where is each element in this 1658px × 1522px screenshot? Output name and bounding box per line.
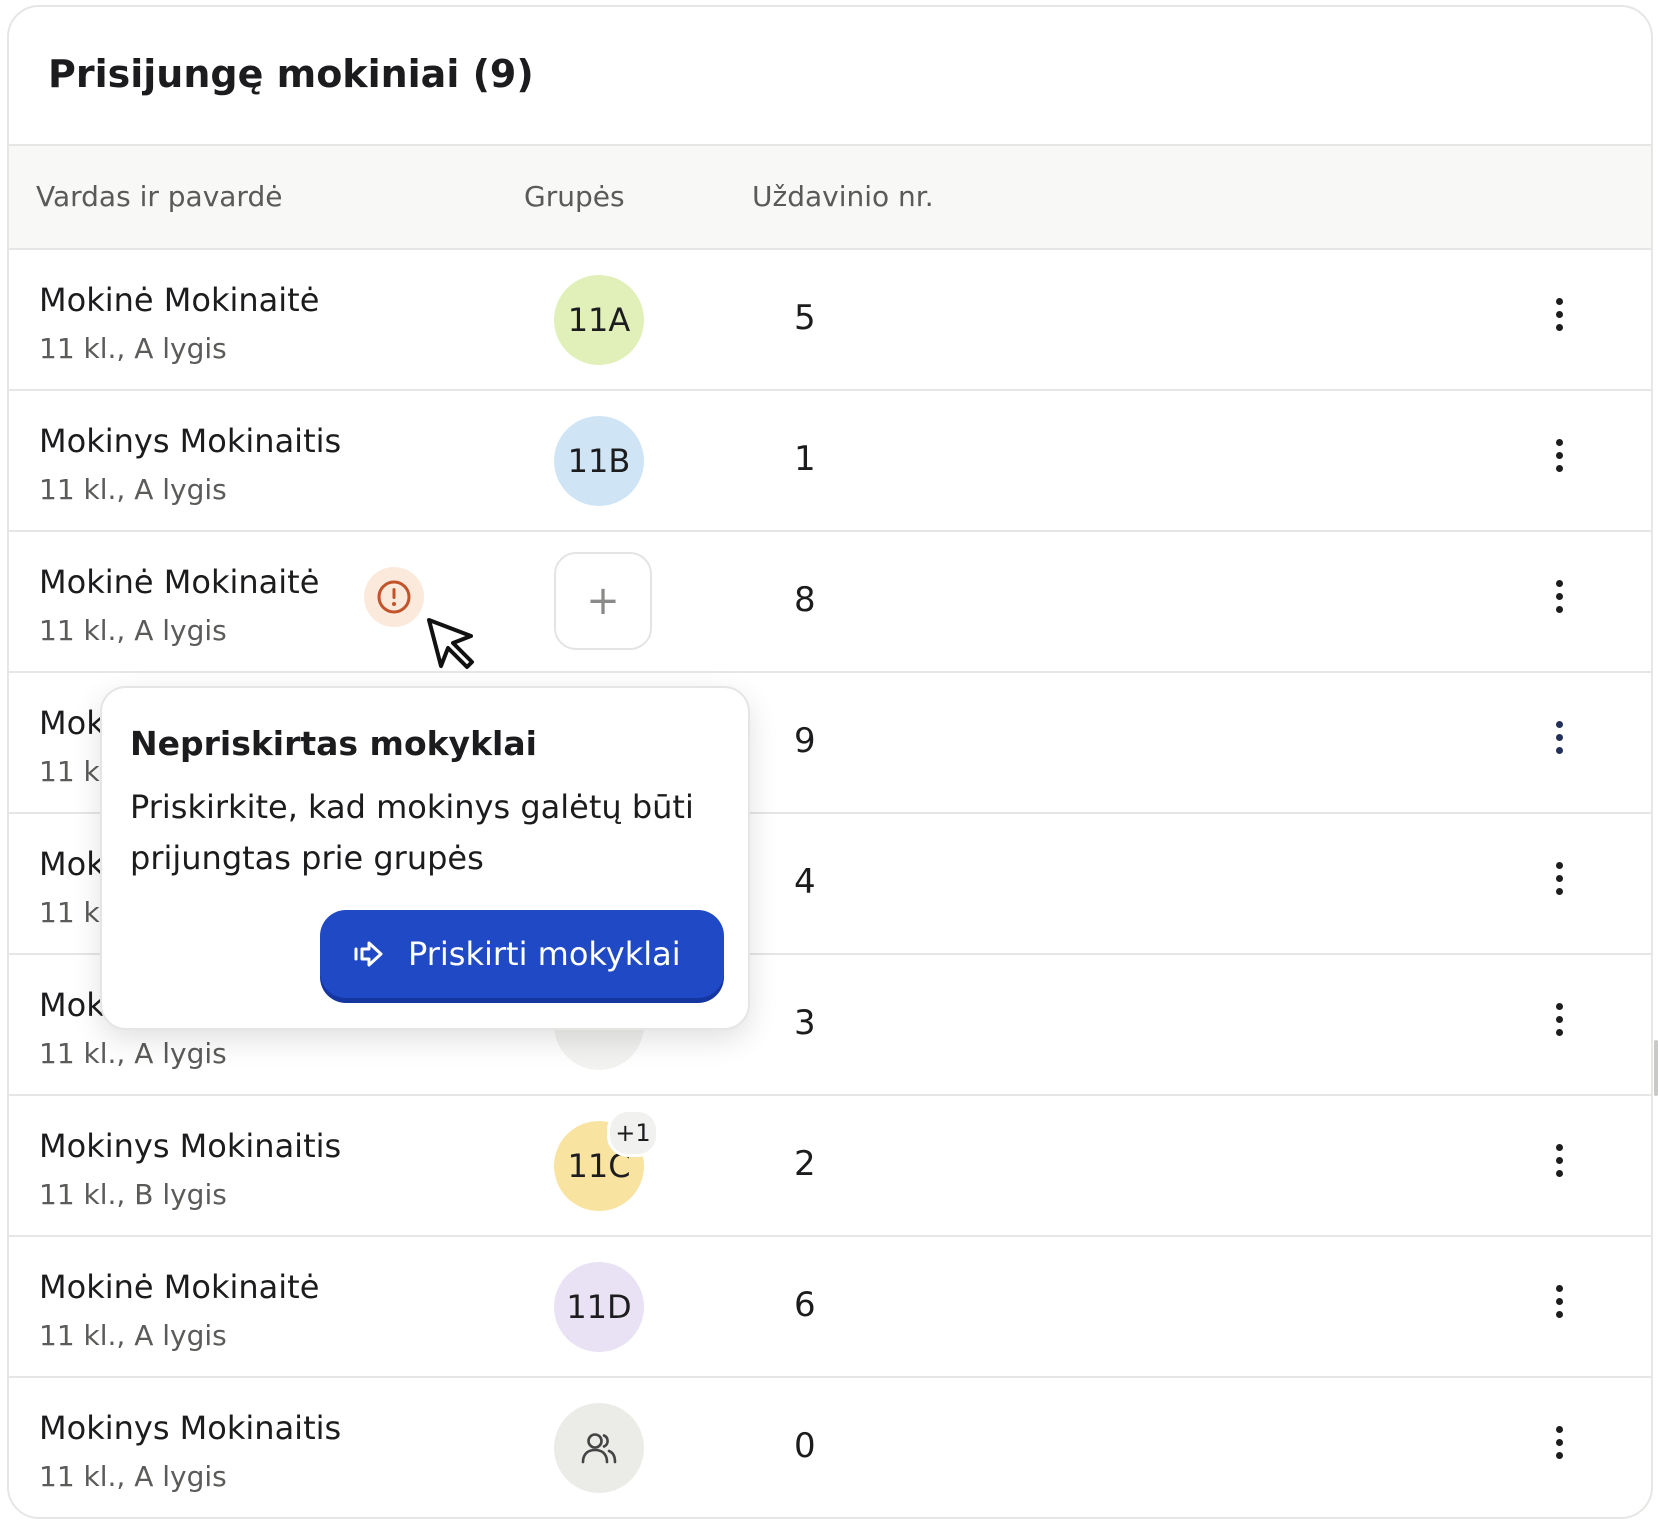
table-row[interactable]: Mokinė Mokinaitė 11 kl., A lygis + 8 bbox=[9, 532, 1651, 673]
group-badge[interactable]: 11D bbox=[554, 1262, 644, 1352]
task-number: 6 bbox=[794, 1285, 816, 1325]
student-name: Mokinė Mokinaitė bbox=[39, 563, 320, 601]
student-name: Mokinė Mokinaitė bbox=[39, 1268, 320, 1306]
column-task[interactable]: Uždavinio nr. bbox=[752, 180, 934, 213]
table-header: Vardas ir pavardė Grupės Uždavinio nr. bbox=[9, 144, 1651, 250]
users-icon[interactable] bbox=[554, 1403, 644, 1493]
more-options-icon[interactable] bbox=[1549, 1426, 1569, 1470]
student-name: Mokinė Mokinaitė bbox=[39, 281, 320, 319]
student-name: Mokinys Mokinaitis bbox=[39, 1409, 342, 1447]
task-number: 3 bbox=[794, 1003, 816, 1043]
group-badge[interactable]: 11A bbox=[554, 275, 644, 365]
student-name: Mok bbox=[39, 845, 105, 883]
popover-text: Priskirkite, kad mokinys galėtų būti pri… bbox=[130, 788, 694, 877]
student-details: 11 kl., A lygis bbox=[39, 1460, 227, 1493]
task-number: 2 bbox=[794, 1144, 816, 1184]
more-options-icon[interactable] bbox=[1549, 1144, 1569, 1188]
task-number: 8 bbox=[794, 580, 816, 620]
student-name: Mokinys Mokinaitis bbox=[39, 422, 342, 460]
table-row[interactable]: Mokinys Mokinaitis 11 kl., B lygis 11C +… bbox=[9, 1096, 1651, 1237]
scrollbar[interactable] bbox=[1654, 1040, 1658, 1096]
group-badge[interactable]: 11B bbox=[554, 416, 644, 506]
more-options-icon[interactable] bbox=[1549, 1285, 1569, 1329]
student-details: 11 kl., A lygis bbox=[39, 1319, 227, 1352]
more-options-icon[interactable] bbox=[1549, 298, 1569, 342]
task-number: 0 bbox=[794, 1426, 816, 1466]
student-details: 11 kl., A lygis bbox=[39, 332, 227, 365]
task-number: 9 bbox=[794, 721, 816, 761]
mouse-pointer-icon bbox=[427, 618, 474, 669]
column-groups[interactable]: Grupės bbox=[524, 180, 625, 213]
student-name: Mok bbox=[39, 986, 105, 1024]
table-row[interactable]: Mokinys Mokinaitis 11 kl., A lygis 11B 1 bbox=[9, 391, 1651, 532]
plus-icon: + bbox=[586, 578, 620, 624]
assign-school-button[interactable]: Priskirti mokyklai bbox=[320, 910, 724, 998]
table-row[interactable]: Mokinė Mokinaitė 11 kl., A lygis 11D 6 bbox=[9, 1237, 1651, 1378]
student-details: 11 kl., B lygis bbox=[39, 1178, 227, 1211]
more-options-icon[interactable] bbox=[1549, 580, 1569, 624]
student-name: Mokinys Mokinaitis bbox=[39, 1127, 342, 1165]
more-options-icon[interactable] bbox=[1549, 721, 1569, 765]
task-number: 1 bbox=[794, 439, 816, 479]
task-number: 5 bbox=[794, 298, 816, 338]
table-row[interactable]: Mokinys Mokinaitis 11 kl., A lygis 0 bbox=[9, 1378, 1651, 1517]
add-group-button[interactable]: + bbox=[554, 552, 652, 650]
popover-title: Nepriskirtas mokyklai bbox=[130, 724, 537, 763]
column-name[interactable]: Vardas ir pavardė bbox=[36, 180, 282, 213]
alert-circle-icon[interactable] bbox=[364, 567, 424, 627]
task-number: 4 bbox=[794, 862, 816, 902]
student-name: Mok bbox=[39, 704, 105, 742]
student-details: 11 kl., A lygis bbox=[39, 1037, 227, 1070]
not-assigned-popover: Nepriskirtas mokyklai Priskirkite, kad m… bbox=[100, 686, 750, 1030]
more-options-icon[interactable] bbox=[1549, 439, 1569, 483]
extra-groups-badge[interactable]: +1 bbox=[607, 1109, 659, 1157]
panel-title: Prisijungę mokiniai (9) bbox=[48, 52, 534, 96]
arrow-right-icon bbox=[354, 941, 383, 967]
assign-school-label: Priskirti mokyklai bbox=[408, 935, 681, 973]
student-details: 11 kl., A lygis bbox=[39, 614, 227, 647]
more-options-icon[interactable] bbox=[1549, 1003, 1569, 1047]
more-options-icon[interactable] bbox=[1549, 862, 1569, 906]
table-row[interactable]: Mokinė Mokinaitė 11 kl., A lygis 11A 5 bbox=[9, 250, 1651, 391]
student-details: 11 kl., A lygis bbox=[39, 473, 227, 506]
